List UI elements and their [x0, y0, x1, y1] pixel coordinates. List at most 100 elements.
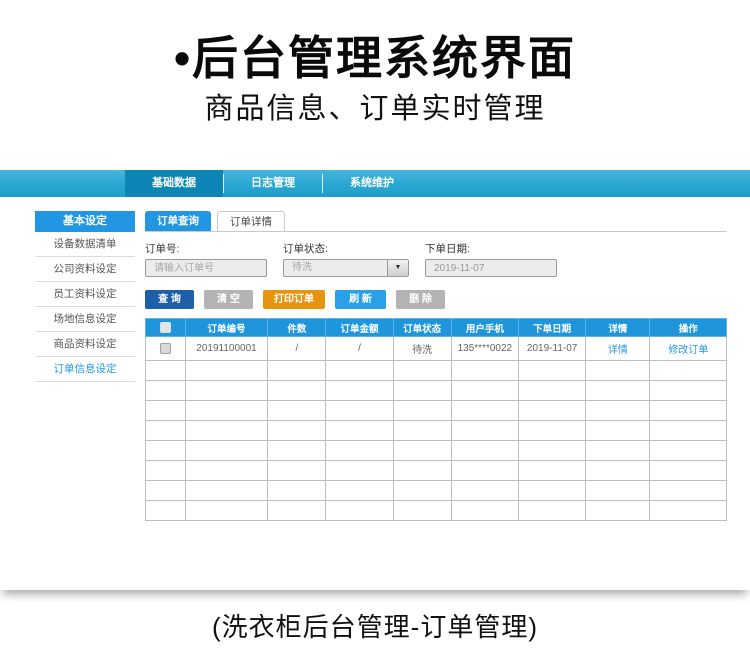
empty-cell	[146, 441, 186, 461]
empty-cell	[519, 381, 586, 401]
nav-tab-basic-data[interactable]: 基础数据	[125, 170, 223, 197]
empty-cell	[650, 421, 727, 441]
tab-order-detail[interactable]: 订单详情	[217, 211, 285, 231]
empty-cell	[268, 361, 326, 381]
clear-button[interactable]: 清 空	[204, 290, 253, 309]
empty-cell	[519, 421, 586, 441]
main-panel: 订单查询 订单详情 订单号: 订单状态: 待洗 ▼	[145, 211, 727, 521]
table-row: 20191100001 / / 待洗 135****0022 2019-11-0…	[146, 337, 727, 361]
empty-cell	[393, 501, 451, 521]
empty-cell	[326, 461, 393, 481]
empty-cell	[393, 381, 451, 401]
empty-cell	[586, 501, 650, 521]
query-button[interactable]: 查 询	[145, 290, 194, 309]
table-empty-row	[146, 501, 727, 521]
header-checkbox-cell	[146, 319, 186, 337]
empty-cell	[146, 501, 186, 521]
nav-tab-log-management[interactable]: 日志管理	[224, 170, 322, 197]
cell-date: 2019-11-07	[519, 337, 586, 361]
sidebar-item-venue-info[interactable]: 场地信息设定	[35, 307, 135, 332]
empty-cell	[185, 421, 268, 441]
empty-cell	[650, 481, 727, 501]
top-navbar: 基础数据 日志管理 系统维护	[0, 170, 750, 197]
col-amount: 订单金额	[326, 319, 393, 337]
empty-cell	[451, 441, 518, 461]
empty-cell	[519, 461, 586, 481]
order-no-label: 订单号:	[145, 241, 267, 256]
page-subtitle: 商品信息、订单实时管理	[0, 91, 750, 127]
table-empty-rows	[146, 361, 727, 521]
select-all-checkbox[interactable]	[160, 322, 171, 333]
col-detail: 详情	[586, 319, 650, 337]
empty-cell	[451, 381, 518, 401]
order-date-input[interactable]	[425, 259, 557, 277]
table-empty-row	[146, 381, 727, 401]
chevron-down-icon[interactable]: ▼	[387, 260, 408, 276]
table-empty-row	[146, 361, 727, 381]
sidebar-item-device-data-list[interactable]: 设备数据清单	[35, 232, 135, 257]
empty-cell	[146, 421, 186, 441]
empty-cell	[586, 481, 650, 501]
empty-cell	[268, 381, 326, 401]
order-status-select[interactable]: 待洗 ▼	[283, 259, 409, 277]
empty-cell	[268, 501, 326, 521]
empty-cell	[519, 501, 586, 521]
empty-cell	[185, 361, 268, 381]
order-no-input[interactable]	[145, 259, 267, 277]
empty-cell	[268, 401, 326, 421]
sidebar-item-order-info[interactable]: 订单信息设定	[35, 357, 135, 382]
refresh-button[interactable]: 刷 新	[335, 290, 386, 309]
empty-cell	[519, 361, 586, 381]
empty-cell	[393, 441, 451, 461]
order-date-label: 下单日期:	[425, 241, 557, 256]
print-order-button[interactable]: 打印订单	[263, 290, 325, 309]
empty-cell	[586, 361, 650, 381]
empty-cell	[326, 501, 393, 521]
empty-cell	[451, 461, 518, 481]
orders-table: 订单编号 件数 订单金额 订单状态 用户手机 下单日期 详情 操作	[145, 318, 727, 521]
nav-tab-system-maintenance[interactable]: 系统维护	[323, 170, 421, 197]
col-date: 下单日期	[519, 319, 586, 337]
modify-order-link[interactable]: 修改订单	[668, 345, 708, 356]
tab-order-query[interactable]: 订单查询	[145, 211, 211, 231]
page-title: •后台管理系统界面	[0, 30, 750, 86]
empty-cell	[393, 421, 451, 441]
col-qty: 件数	[268, 319, 326, 337]
table-empty-row	[146, 421, 727, 441]
order-tabs: 订单查询 订单详情	[145, 211, 727, 232]
empty-cell	[586, 421, 650, 441]
action-buttons: 查 询 清 空 打印订单 刷 新 删 除	[145, 290, 727, 309]
empty-cell	[451, 401, 518, 421]
empty-cell	[650, 381, 727, 401]
sidebar-header: 基本设定	[35, 211, 135, 232]
sidebar-item-product-profile[interactable]: 商品资料设定	[35, 332, 135, 357]
sidebar-item-employee-profile[interactable]: 员工资料设定	[35, 282, 135, 307]
empty-cell	[393, 361, 451, 381]
order-status-label: 订单状态:	[283, 241, 409, 256]
order-status-value: 待洗	[284, 260, 387, 276]
empty-cell	[326, 361, 393, 381]
empty-cell	[185, 441, 268, 461]
sidebar-item-company-profile[interactable]: 公司资料设定	[35, 257, 135, 282]
caption: (洗衣柜后台管理-订单管理)	[0, 607, 750, 644]
hero-section: •后台管理系统界面 商品信息、订单实时管理	[0, 0, 750, 127]
table-empty-row	[146, 461, 727, 481]
col-status: 订单状态	[393, 319, 451, 337]
col-phone: 用户手机	[451, 319, 518, 337]
delete-button[interactable]: 删 除	[396, 290, 445, 309]
empty-cell	[146, 401, 186, 421]
admin-screenshot: 基础数据 日志管理 系统维护 基本设定 设备数据清单 公司资料设定 员工资料设定…	[0, 170, 750, 590]
detail-link[interactable]: 详情	[608, 345, 628, 356]
content-area: 基本设定 设备数据清单 公司资料设定 员工资料设定 场地信息设定 商品资料设定 …	[0, 197, 750, 521]
empty-cell	[451, 501, 518, 521]
empty-cell	[586, 401, 650, 421]
empty-cell	[146, 381, 186, 401]
col-order-no: 订单编号	[185, 319, 268, 337]
poster: •后台管理系统界面 商品信息、订单实时管理 基础数据 日志管理 系统维护 基本设…	[0, 0, 750, 668]
row-checkbox-cell	[146, 337, 186, 361]
empty-cell	[519, 441, 586, 461]
empty-cell	[586, 461, 650, 481]
empty-cell	[393, 401, 451, 421]
empty-cell	[146, 361, 186, 381]
row-checkbox[interactable]	[160, 343, 171, 354]
